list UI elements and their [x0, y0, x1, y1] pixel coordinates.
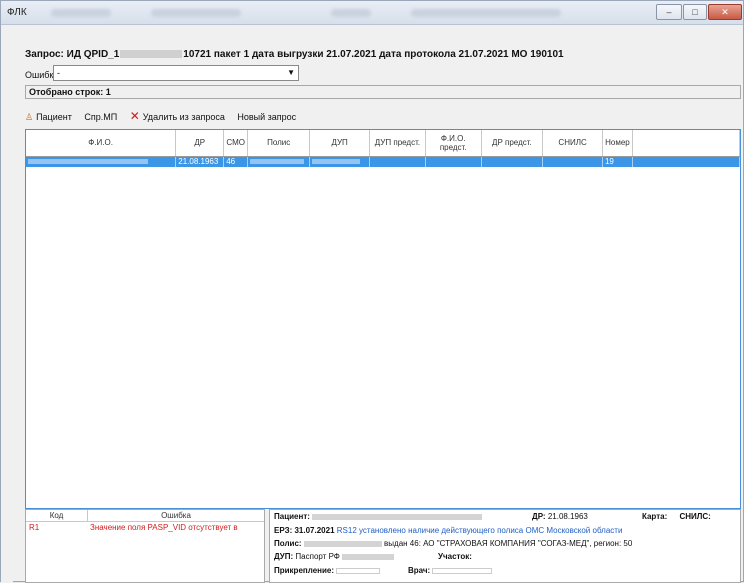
column-header-dr[interactable]: ДР	[175, 130, 225, 157]
rows-count: Отобрано строк: 1	[25, 85, 741, 99]
request-id-prefix: ИД QPID_1	[66, 49, 120, 60]
toolbar: ♙ Пациент Спр.МП ✕ Удалить из запроса Новы…	[25, 109, 306, 125]
patients-table: Ф.И.О. ДР СМО Полис ДУП ДУП предст. Ф.И.…	[26, 130, 740, 167]
window-title: ФЛК	[7, 7, 27, 18]
card-label: Карта:	[642, 512, 668, 521]
error-message[interactable]: Значение поля PASP_VID отсутствует в	[90, 523, 238, 532]
cell-number[interactable]: 19	[602, 156, 633, 167]
cell-smo[interactable]: 46	[223, 156, 249, 167]
cell-dup[interactable]	[309, 156, 371, 167]
maximize-button[interactable]: □	[683, 4, 707, 20]
blurred-title-segment	[411, 9, 561, 17]
masked-fio	[28, 158, 148, 164]
cell-snils[interactable]	[542, 156, 603, 167]
request-id-suffix: 10721	[183, 49, 212, 60]
column-header-fio[interactable]: Ф.И.О.	[26, 130, 177, 157]
spr-mp-label: Спр.МП	[84, 112, 118, 122]
request-details: пакет 1 дата выгрузки 21.07.2021 дата пр…	[213, 49, 564, 60]
patient-button[interactable]: ♙ Пациент	[25, 112, 72, 123]
flk-window: ФЛК – □ ✕ Запрос: ИД QPID_1 10721 пакет 1…	[0, 0, 744, 583]
title-bar: ФЛК – □ ✕	[1, 1, 743, 25]
policy-text: выдан 46: АО "СТРАХОВАЯ КОМПАНИЯ "СОГАЗ-…	[384, 539, 633, 548]
doctor-field[interactable]	[432, 567, 493, 574]
remove-label: Удалить из запроса	[142, 112, 225, 122]
minimize-icon: –	[666, 7, 672, 17]
cell-fio-rep[interactable]	[425, 156, 482, 167]
column-header-policy[interactable]: Полис	[247, 130, 311, 157]
dr-label: ДР:	[532, 512, 546, 521]
column-header-filler	[632, 130, 740, 157]
errors-table[interactable]: Код Ошибка R1 Значение поля PASP_VID отс…	[25, 509, 265, 583]
error-code[interactable]: R1	[29, 523, 39, 532]
dropdown-arrow-icon[interactable]: ▼	[287, 66, 295, 80]
errors-filter-value: -	[57, 68, 60, 78]
column-header-dup-rep[interactable]: ДУП предст.	[369, 130, 426, 157]
column-header-fio-rep[interactable]: Ф.И.О. предст.	[425, 130, 482, 157]
request-label: Запрос:	[25, 49, 64, 60]
masked-id	[120, 50, 183, 59]
cell-dr[interactable]: 21.08.1963	[175, 156, 225, 167]
column-header-number[interactable]: Номер	[602, 130, 633, 157]
attach-label: Прикрепление:	[274, 566, 335, 575]
masked-policy-number	[303, 540, 382, 547]
doctor-label: Врач:	[408, 566, 431, 575]
column-header-smo[interactable]: СМО	[223, 130, 249, 157]
column-header-dr-rep[interactable]: ДР предст.	[481, 130, 544, 157]
dup-text: Паспорт РФ	[295, 552, 340, 561]
errors-filter-select[interactable]: - ▼	[53, 65, 299, 81]
cell-dup-rep[interactable]	[369, 156, 426, 167]
policy-label: Полис:	[274, 539, 302, 548]
request-info: Запрос: ИД QPID_1 10721 пакет 1 дата выгр…	[25, 49, 564, 60]
patient-label: Пациент:	[274, 512, 310, 521]
area-label: Участок:	[438, 552, 472, 561]
bottom-panel: Код Ошибка R1 Значение поля PASP_VID отс…	[25, 509, 741, 583]
new-request-button[interactable]: Новый запрос	[237, 112, 296, 122]
masked-policy	[250, 158, 305, 164]
cell-fio[interactable]	[26, 156, 177, 167]
minimize-button[interactable]: –	[656, 4, 682, 20]
masked-dup	[312, 158, 361, 164]
erz-text: RS12 установлено наличие действующего по…	[336, 526, 623, 535]
masked-dup-number	[342, 553, 395, 560]
erz-date: 31.07.2021	[294, 526, 335, 535]
snils-label: СНИЛС:	[679, 512, 711, 521]
spr-mp-button[interactable]: Спр.МП	[84, 112, 117, 122]
column-header-dup[interactable]: ДУП	[309, 130, 371, 157]
cell-dr-rep[interactable]	[481, 156, 544, 167]
dup-label: ДУП:	[274, 552, 294, 561]
cell-filler	[632, 156, 740, 167]
blurred-title-segment	[51, 9, 111, 17]
person-icon: ♙	[25, 112, 34, 122]
patient-details: Пациент: ДР: 21.08.1963 Карта: СНИЛС: ЕР…	[269, 509, 741, 583]
table-header-row: Ф.И.О. ДР СМО Полис ДУП ДУП предст. Ф.И.…	[26, 130, 740, 157]
delete-icon: ✕	[129, 109, 140, 123]
errors-header-code[interactable]: Код	[26, 510, 88, 522]
masked-patient	[312, 513, 483, 520]
left-panel-edge	[1, 25, 13, 583]
blurred-title-segment	[151, 9, 241, 17]
cell-policy[interactable]	[247, 156, 311, 167]
patients-grid[interactable]: Ф.И.О. ДР СМО Полис ДУП ДУП предст. Ф.И.…	[25, 129, 741, 509]
dr-value: 21.08.1963	[547, 512, 588, 521]
maximize-icon: □	[692, 7, 698, 17]
new-request-label: Новый запрос	[237, 112, 297, 122]
remove-from-request-button[interactable]: ✕ Удалить из запроса	[130, 109, 225, 123]
erz-label: ЕРЗ:	[274, 526, 293, 535]
attach-field[interactable]	[336, 567, 381, 574]
close-icon: ✕	[721, 7, 729, 17]
close-button[interactable]: ✕	[708, 4, 742, 20]
table-row[interactable]: 21.08.1963 46 19	[26, 156, 740, 167]
errors-header-message[interactable]: Ошибка	[88, 510, 264, 522]
patient-button-label: Пациент	[36, 112, 72, 122]
blurred-title-segment	[331, 9, 371, 17]
column-header-snils[interactable]: СНИЛС	[542, 130, 603, 157]
